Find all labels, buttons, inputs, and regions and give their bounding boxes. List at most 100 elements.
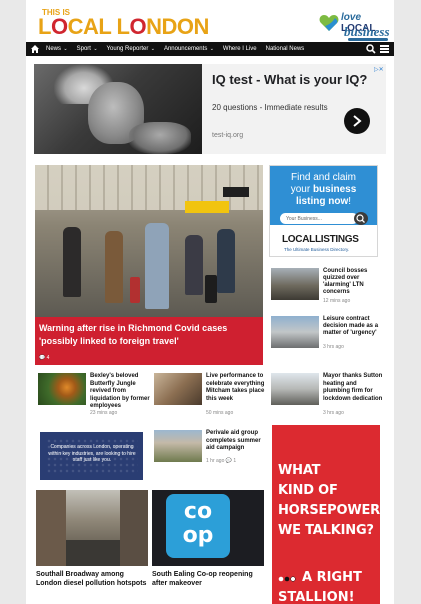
horsepower-ad[interactable]: WHAT KIND OF HORSEPOWER WE TALKING? A RI… (272, 425, 380, 604)
feature-thumbnail: co op (152, 490, 264, 566)
home-icon[interactable] (30, 44, 40, 54)
story-time: 12 mins ago (323, 298, 351, 304)
hero-image (35, 165, 263, 317)
logo-letter: CAL L (67, 14, 130, 39)
ad-url: test-iq.org (212, 132, 244, 139)
header: THIS IS LOCAL LONDON love LOCAL business (26, 0, 394, 42)
story-time: 3 hrs ago (323, 410, 344, 416)
heart-icon (319, 15, 339, 31)
business-search-input[interactable]: Your Business... (280, 213, 358, 224)
menu-icon[interactable] (380, 45, 389, 53)
ad-description: 20 questions - Immediate results (212, 103, 328, 112)
menu-bar (380, 45, 389, 47)
listing-headline: Find and claim your business listing now… (274, 172, 373, 208)
horsepower-ad-text2: A RIGHT STALLION! (278, 568, 378, 604)
logo-letter: L (38, 14, 51, 39)
hero-story[interactable]: Warning after rise in Richmond Covid cas… (35, 165, 263, 365)
nav-item-label: Young Reporter (106, 46, 149, 52)
feature-image-building (120, 490, 148, 566)
story-thumbnail (38, 373, 86, 405)
story-thumbnail (154, 373, 202, 405)
hero-image-person (63, 227, 81, 297)
iq-test-ad[interactable]: ▷✕ IQ test - What is your IQ? 20 questio… (34, 64, 386, 154)
ad-text-line: A RIGHT (302, 570, 362, 585)
hero-image-sign (185, 201, 229, 213)
menu-bar (380, 48, 389, 50)
listing-headline-bold: business (312, 184, 357, 195)
nav-item-news[interactable]: News ⌄ (46, 46, 68, 52)
site-logo[interactable]: LOCAL LONDON (38, 14, 209, 40)
jobs-ad-text: Companies across London, operating withi… (48, 444, 136, 463)
nav-item-sport[interactable]: Sport ⌄ (77, 46, 98, 52)
ad-go-button[interactable] (344, 108, 370, 134)
logo-letter: O (129, 14, 147, 39)
nav-item-national-news[interactable]: National News (266, 46, 305, 52)
story-time: 3 hrs ago (323, 344, 344, 350)
menu-bar (380, 51, 389, 53)
hero-image-luggage (205, 275, 217, 303)
ad-text-line: WHAT (278, 463, 321, 478)
story-title[interactable]: Bexley's beloved Butterfly Jungle revive… (90, 373, 152, 411)
nav-item-label: Sport (76, 46, 91, 52)
story-title[interactable]: Live performance to celebrate everything… (206, 373, 268, 403)
page: THIS IS LOCAL LONDON love LOCAL business… (26, 0, 394, 604)
coop-logo-text: co op (182, 499, 214, 548)
hero-image-luggage (130, 277, 140, 303)
ad-text-line: KIND OF (278, 483, 338, 498)
feature-image-street (66, 540, 120, 566)
logo-letter: O (50, 14, 68, 39)
feature-title[interactable]: Southall Broadway among London diesel po… (36, 570, 148, 588)
hero-image-person (217, 229, 235, 293)
listing-headline-line: your (290, 184, 313, 195)
nav-item-label: National News (265, 46, 305, 52)
story-title[interactable]: Mayor thanks Sutton heating and plumbing… (323, 373, 385, 403)
business-listing-widget: Find and claim your business listing now… (269, 165, 378, 257)
ad-text-line: WE TALKING? (278, 523, 374, 538)
search-icon (356, 214, 365, 223)
partner-logo-underline (348, 38, 388, 41)
main-nav: News ⌄ Sport ⌄ Young Reporter ⌄ Announce… (26, 42, 394, 56)
ad-text-line: STALLION! (278, 590, 355, 604)
horsepower-ad-text: WHAT KIND OF HORSEPOWER WE TALKING? (278, 461, 380, 541)
chevron-down-icon: ⌄ (149, 46, 155, 52)
listing-banner: Find and claim your business listing now… (270, 166, 377, 225)
search-icon[interactable] (366, 44, 376, 54)
story-title[interactable]: Council bosses quizzed over 'alarming' L… (323, 268, 379, 296)
nav-item-where-i-live[interactable]: Where I Live (223, 46, 257, 52)
locallistings-logo[interactable]: LOCALLISTINGS (282, 234, 359, 245)
hero-title[interactable]: Warning after rise in Richmond Covid cas… (39, 322, 261, 348)
hero-image-person (105, 231, 123, 303)
comment-count[interactable]: 💬 4 (39, 355, 49, 361)
chevron-right-icon (353, 115, 362, 127)
story-time: 1 hr ago 💬 1 (206, 458, 237, 464)
story-thumbnail (154, 430, 202, 462)
feature-image-building (36, 490, 66, 566)
nav-items: News ⌄ Sport ⌄ Young Reporter ⌄ Announce… (46, 42, 304, 56)
story-title[interactable]: Leisure contract decision made as a matt… (323, 316, 379, 337)
nav-item-announcements[interactable]: Announcements ⌄ (164, 46, 214, 52)
story-title[interactable]: Perivale aid group completes summer aid … (206, 430, 268, 453)
business-search-button[interactable] (354, 212, 368, 225)
nav-item-label: Where I Live (222, 46, 257, 52)
listing-headline-line: ! (348, 196, 351, 207)
ad-title: IQ test - What is your IQ? (212, 72, 368, 87)
nav-item-label: News (46, 46, 62, 52)
adchoices-icon[interactable]: ▷✕ (374, 66, 384, 74)
ad-image-hands (129, 122, 191, 154)
feature-thumbnail (36, 490, 148, 566)
chevron-down-icon: ⌄ (208, 46, 214, 52)
nav-item-label: Announcements (163, 46, 208, 52)
feature-title[interactable]: South Ealing Co-op reopening after makeo… (152, 570, 264, 588)
partner-word: love (341, 12, 362, 23)
hero-image-sign (223, 187, 249, 197)
nav-item-young-reporter[interactable]: Young Reporter ⌄ (107, 46, 155, 52)
story-thumbnail (271, 316, 319, 348)
hero-image-person (145, 223, 169, 309)
story-time: 23 mins ago (90, 410, 118, 416)
jobs-ad[interactable]: Companies across London, operating withi… (40, 432, 143, 480)
hero-image-person (185, 235, 203, 295)
listing-headline-bold: listing now (296, 196, 349, 207)
chevron-down-icon: ⌄ (62, 46, 68, 52)
chevron-down-icon: ⌄ (91, 46, 98, 52)
story-time: 50 mins ago (206, 410, 234, 416)
